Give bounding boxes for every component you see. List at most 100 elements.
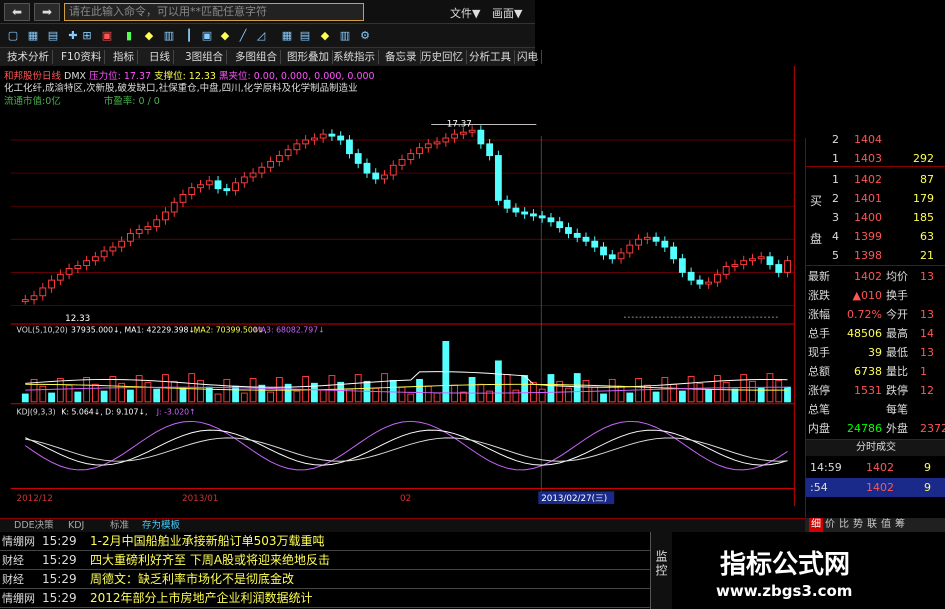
candle-body <box>775 264 783 273</box>
buy-volume: 185 <box>913 211 934 224</box>
back-button[interactable]: ⬅ <box>4 3 30 21</box>
toolbar-cross-icon[interactable]: ✚ <box>66 29 80 43</box>
menu-file[interactable]: 文件▼ <box>450 5 480 21</box>
quote-tab[interactable]: 值 <box>879 518 893 532</box>
stat-key: 现手 <box>808 346 830 359</box>
volume-bar <box>494 360 502 403</box>
tick-price: 1402 <box>866 461 894 474</box>
tab-standard[interactable]: 标准 <box>110 519 129 533</box>
tab-indicator[interactable]: 指标 <box>110 50 138 64</box>
quote-tab[interactable]: 细 <box>809 518 823 532</box>
quote-tab[interactable]: 比 <box>837 518 851 532</box>
command-input[interactable]: 请在此输入命令，可以用**匹配任意字符 <box>64 3 364 21</box>
news-source: 财经 <box>2 573 24 586</box>
quote-row: 2 1404 <box>806 130 945 149</box>
tab-daily[interactable]: 日线 <box>146 50 174 64</box>
candle-body <box>223 188 231 192</box>
news-item[interactable]: 情绷网 15:29 1-2月中国船舶业承接新船订单503万载重吨 <box>0 532 650 551</box>
news-item[interactable]: 财经 15:29 四大重磅利好齐至 下周A股或将迎来绝地反击 <box>0 551 650 570</box>
tab-save-template[interactable]: 存为模板 <box>142 519 180 533</box>
quote-tab[interactable]: 联 <box>865 518 879 532</box>
tab-tools[interactable]: 分析工具 <box>466 50 515 64</box>
volume-bar <box>372 387 380 403</box>
candle-body <box>310 137 318 141</box>
quote-tab[interactable]: 价 <box>823 518 837 532</box>
buy-level: 2 <box>832 192 839 205</box>
volume-bar <box>416 378 423 403</box>
kdj-indicator-name: KDJ(9,3,3) <box>17 407 56 416</box>
volume-bar <box>617 385 625 403</box>
monitor-tab[interactable]: 监控 <box>650 532 672 609</box>
tab-multi-chart[interactable]: 多图组合 <box>232 50 281 64</box>
toolbar-line-icon[interactable]: ╱ <box>236 29 250 43</box>
volume-bar <box>530 381 537 403</box>
toolbar-more-icon[interactable]: ▥ <box>338 29 352 43</box>
toolbar-list-icon[interactable]: ▤ <box>46 29 60 43</box>
candle-body <box>740 260 748 266</box>
toolbar-window-icon[interactable]: ▤ <box>298 29 312 43</box>
quote-row: 4 1399 63 <box>806 227 945 246</box>
menu-view[interactable]: 画面▼ <box>492 5 522 21</box>
news-source: 财经 <box>2 554 24 567</box>
stat-key: 内盘 <box>808 422 830 435</box>
candle-body <box>381 174 388 180</box>
candle-body <box>424 143 432 149</box>
watermark-url: www.zbgs3.com <box>716 582 853 600</box>
toolbar-arrow-icon[interactable]: ▢ <box>6 29 20 43</box>
stat-key: 总额 <box>808 365 830 378</box>
forward-button[interactable]: ➡ <box>34 3 60 21</box>
toolbar-triangle-icon[interactable]: ◿ <box>254 29 268 43</box>
tab-system-signal[interactable]: 系统指示 <box>330 50 379 64</box>
candle-body <box>626 244 634 254</box>
kline-chart[interactable]: 17.37 12.33 VOL(5,10,20) 37935.000↓, MA1: 4… <box>0 66 805 506</box>
toolbar-stack-icon[interactable]: ▦ <box>280 29 294 43</box>
toolbar-record-icon[interactable]: ▣ <box>100 29 114 43</box>
volume-bar <box>626 392 634 403</box>
tab-history[interactable]: 历史回忆 <box>418 50 467 64</box>
tab-kdj[interactable]: KDJ <box>68 519 84 533</box>
news-item[interactable]: 情绷网 15:29 2012年部分上市房地产企业利润数据统计 <box>0 589 650 608</box>
news-list: 情绷网 15:29 1-2月中国船舶业承接新船订单503万载重吨 财经 15:29 四大重… <box>0 532 650 609</box>
toolbar-flag-icon[interactable]: ◆ <box>218 29 232 43</box>
buy-price: 1399 <box>854 230 882 243</box>
stat-key: 今开 <box>886 308 908 321</box>
toolbar-bar-icon[interactable]: ▮ <box>122 29 136 43</box>
cursor-date-label: 2013/02/27(三) <box>541 494 607 504</box>
quote-row: 总手 48506 最高 14 <box>806 324 945 343</box>
volume-bar <box>696 382 704 403</box>
tab-f10[interactable]: F10资料 <box>58 50 106 64</box>
tab-memo[interactable]: 备忘录 <box>382 50 421 64</box>
quote-row: 涨跌 ▲010 换手 <box>806 286 945 305</box>
toolbar-grid-icon[interactable]: ▦ <box>26 29 40 43</box>
tab-flash[interactable]: 闪电 <box>514 50 542 64</box>
candle-body <box>240 176 248 184</box>
toolbar-chart-icon[interactable]: ▥ <box>162 29 176 43</box>
tick-price: 1402 <box>866 481 894 494</box>
news-item[interactable]: 财经 15:29 周德文：缺乏利率市场化不是彻底金改 <box>0 570 650 589</box>
volume-bar <box>232 385 239 403</box>
buy-price: 1398 <box>854 249 882 262</box>
news-time: 15:29 <box>42 591 77 605</box>
toolbar-candle-icon[interactable]: ┃ <box>182 29 196 43</box>
tab-dde[interactable]: DDE决策 <box>14 519 54 533</box>
quote-tab[interactable]: 筹 <box>893 518 907 532</box>
toolbar-diamond-icon[interactable]: ◆ <box>142 29 156 43</box>
tab-overlay[interactable]: 图形叠加 <box>284 50 333 64</box>
volume-bar <box>127 389 134 403</box>
volume-bar <box>670 383 678 403</box>
stat-value: 13 <box>920 270 934 283</box>
tab-3-chart[interactable]: 3图组合 <box>182 50 228 64</box>
volume-bar <box>179 387 187 403</box>
volume-bar <box>293 390 301 403</box>
toolbar-bell-icon[interactable]: ◆ <box>318 29 332 43</box>
toolbar-zoom-icon[interactable]: ⊞ <box>80 29 94 43</box>
tick-volume: 9 <box>924 481 931 494</box>
toolbar-page-icon[interactable]: ▣ <box>200 29 214 43</box>
quote-tab[interactable]: 势 <box>851 518 865 532</box>
volume-bar <box>65 384 73 403</box>
candle-body <box>205 180 213 186</box>
tab-technical[interactable]: 技术分析 <box>4 50 53 64</box>
date-label: 02 <box>400 494 411 504</box>
volume-bar <box>424 385 432 403</box>
toolbar-settings-icon[interactable]: ⚙ <box>358 29 372 43</box>
